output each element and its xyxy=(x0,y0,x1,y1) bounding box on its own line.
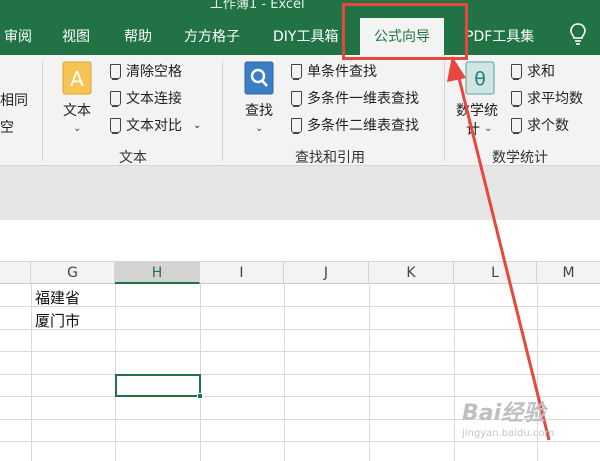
annotation-arrow xyxy=(447,56,551,441)
watermark-logo: Bai经验 xyxy=(462,401,546,426)
watermark-url: jingyan.baidu.com xyxy=(462,428,555,439)
